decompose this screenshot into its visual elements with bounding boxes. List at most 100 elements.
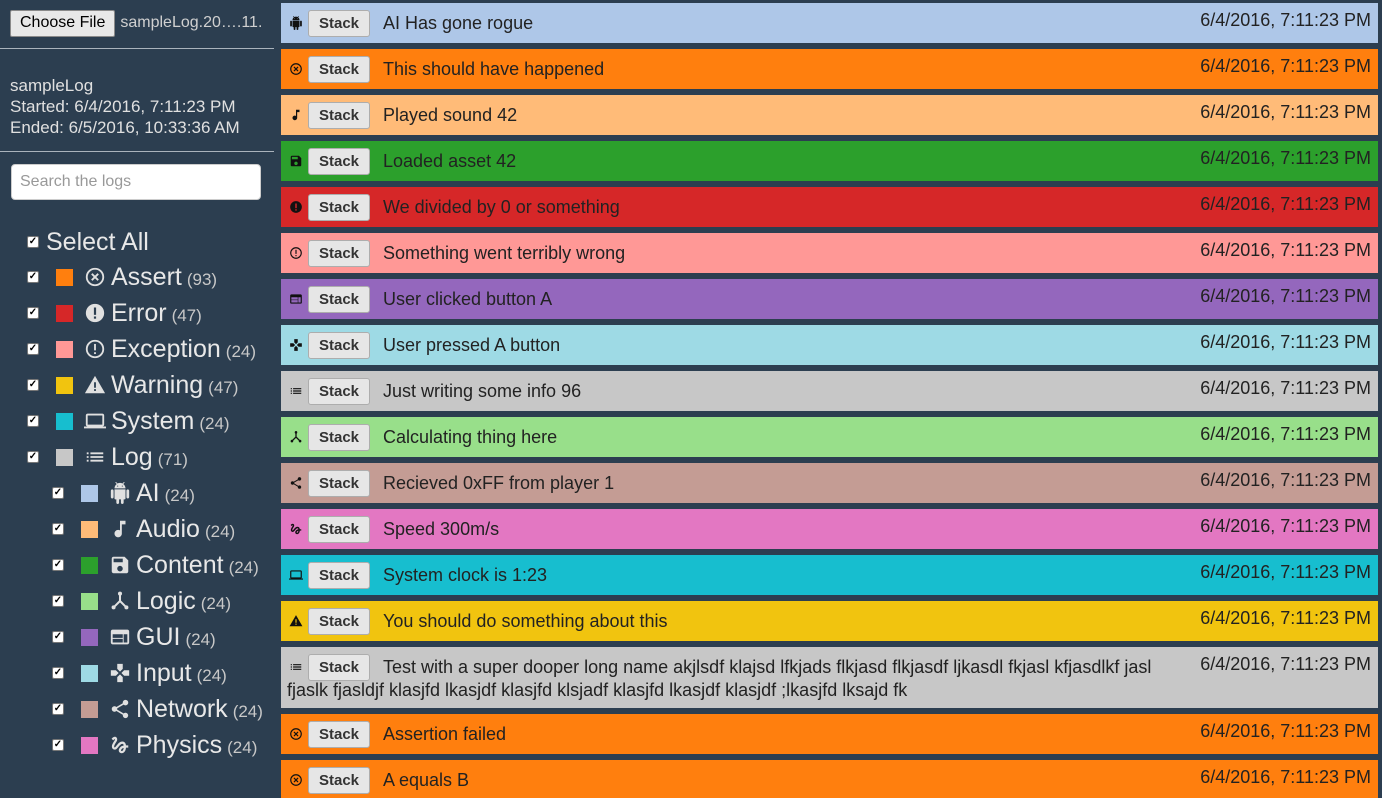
file-picker: Choose File sampleLog.20….11. [10,9,274,37]
log-message: Assertion failed [383,724,507,744]
log-message: AI Has gone rogue [383,13,534,33]
filter-row-content[interactable]: ✓ Content (24) [52,547,259,583]
filter-count: (47) [208,377,239,397]
filter-label: Error [111,298,167,327]
filter-checkbox[interactable]: ✓ [52,631,64,643]
filter-label: System [111,406,195,435]
gesture-icon [289,522,303,536]
stack-button[interactable]: Stack [308,516,370,543]
search-input[interactable] [11,164,261,200]
log-message: Just writing some info 96 [383,381,582,401]
log-row: Stack Played sound 42 6/4/2016, 7:11:23 PM [281,95,1378,135]
log-timestamp: 6/4/2016, 7:11:23 PM [1200,721,1371,741]
log-row: Stack Recieved 0xFF from player 1 6/4/2016… [281,463,1378,503]
filter-checkbox[interactable]: ✓ [52,703,64,715]
filter-label: GUI [136,622,181,651]
log-row: Stack Just writing some info 96 6/4/2016, … [281,371,1378,411]
filter-checkbox[interactable]: ✓ [52,523,64,535]
filter-checkbox[interactable]: ✓ [27,343,39,355]
filter-checkbox[interactable]: ✓ [52,595,64,607]
filter-count: (24) [228,557,259,577]
filter-row-warning[interactable]: ✓ Warning (47) [27,367,238,403]
color-swatch [56,412,73,430]
stack-button[interactable]: Stack [308,562,370,589]
stack-button[interactable]: Stack [308,767,370,794]
log-message: Speed 300m/s [383,519,500,539]
log-timestamp: 6/4/2016, 7:11:23 PM [1200,516,1371,536]
filter-row-exception[interactable]: ✓ Exception (24) [27,331,256,367]
app-root: Choose File sampleLog.20….11. sampleLog … [0,0,1382,798]
music-note-icon [109,518,131,540]
color-swatch [56,304,73,322]
log-message: We divided by 0 or something [383,197,620,217]
filter-checkbox[interactable]: ✓ [52,667,64,679]
filter-row-assert[interactable]: ✓ Assert (93) [27,259,217,295]
filter-checkbox[interactable]: ✓ [27,379,39,391]
web-icon [109,626,131,648]
log-timestamp: 6/4/2016, 7:11:23 PM [1200,424,1371,444]
filter-count: (24) [164,485,195,505]
error-outline-icon [84,338,106,360]
gamepad-icon [109,662,131,684]
stack-button[interactable]: Stack [308,286,370,313]
filter-row-log[interactable]: ✓ Log (71) [27,439,188,475]
filter-label: Log [111,442,153,471]
filter-checkbox[interactable]: ✓ [52,487,64,499]
filter-row-ai[interactable]: ✓ AI (24) [52,475,195,511]
color-swatch [81,700,98,718]
log-info: sampleLog Started: 6/4/2016, 7:11:23 PM … [10,75,240,138]
laptop-icon [84,410,106,432]
filter-row-audio[interactable]: ✓ Audio (24) [52,511,235,547]
list-icon [84,446,106,468]
log-timestamp: 6/4/2016, 7:11:23 PM [1200,286,1371,306]
filter-checkbox[interactable]: ✓ [27,451,39,463]
stack-button[interactable]: Stack [308,102,370,129]
log-message: You should do something about this [383,611,668,631]
web-icon [289,292,303,306]
color-swatch [56,268,73,286]
log-timestamp: 6/4/2016, 7:11:23 PM [1200,654,1371,674]
filter-label: AI [136,478,160,507]
cancel-circle-icon [84,266,106,288]
stack-button[interactable]: Stack [308,424,370,451]
filter-row-system[interactable]: ✓ System (24) [27,403,230,439]
stack-button[interactable]: Stack [308,378,370,405]
select-all-row[interactable]: ✓ Select All [27,224,149,260]
filter-checkbox[interactable]: ✓ [27,271,39,283]
filter-row-input[interactable]: ✓ Input (24) [52,655,227,691]
log-message: A equals B [383,770,470,790]
filter-checkbox[interactable]: ✓ [27,415,39,427]
filter-row-network[interactable]: ✓ Network (24) [52,691,263,727]
call-split-icon [109,590,131,612]
filter-row-gui[interactable]: ✓ GUI (24) [52,619,216,655]
stack-button[interactable]: Stack [308,470,370,497]
log-timestamp: 6/4/2016, 7:11:23 PM [1200,470,1371,490]
log-row: Stack Calculating thing here 6/4/2016, 7:1… [281,417,1378,457]
filter-label: Exception [111,334,221,363]
filter-checkbox[interactable]: ✓ [27,307,39,319]
select-all-checkbox[interactable]: ✓ [27,236,39,248]
log-row: Stack A equals B 6/4/2016, 7:11:23 PM [281,760,1378,798]
log-row: Stack System clock is 1:23 6/4/2016, 7:11:… [281,555,1378,595]
color-swatch [81,736,98,754]
stack-button[interactable]: Stack [308,10,370,37]
log-timestamp: 6/4/2016, 7:11:23 PM [1200,332,1371,352]
stack-button[interactable]: Stack [308,721,370,748]
stack-button[interactable]: Stack [308,194,370,221]
stack-button[interactable]: Stack [308,148,370,175]
log-timestamp: 6/4/2016, 7:11:23 PM [1200,767,1371,787]
save-icon [289,154,303,168]
stack-button[interactable]: Stack [308,332,370,359]
stack-button[interactable]: Stack [308,608,370,635]
stack-button[interactable]: Stack [308,240,370,267]
filter-row-error[interactable]: ✓ Error (47) [27,295,202,331]
filter-row-physics[interactable]: ✓ Physics (24) [52,727,257,763]
filter-checkbox[interactable]: ✓ [52,559,64,571]
log-timestamp: 6/4/2016, 7:11:23 PM [1200,194,1371,214]
log-row: Stack Speed 300m/s 6/4/2016, 7:11:23 PM [281,509,1378,549]
stack-button[interactable]: Stack [308,56,370,83]
filter-row-logic[interactable]: ✓ Logic (24) [52,583,231,619]
filter-label: Logic [136,586,196,615]
choose-file-button[interactable]: Choose File [10,9,116,37]
filter-checkbox[interactable]: ✓ [52,739,64,751]
